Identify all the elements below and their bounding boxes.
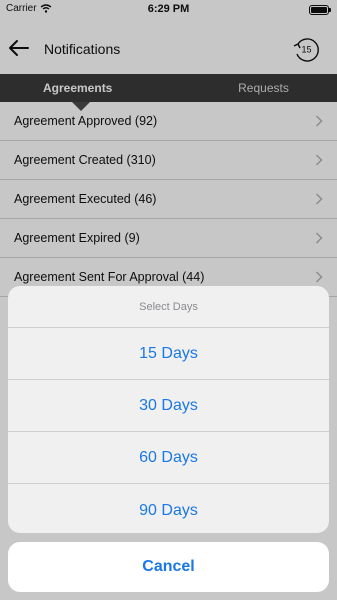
active-tab-indicator	[72, 102, 90, 111]
sheet-title: Select Days	[8, 286, 329, 328]
option-30-days[interactable]: 30 Days	[8, 380, 329, 432]
select-days-sheet: Select Days 15 Days 30 Days 60 Days 90 D…	[8, 286, 329, 533]
option-15-days[interactable]: 15 Days	[8, 328, 329, 380]
cancel-button[interactable]: Cancel	[8, 542, 329, 592]
option-90-days[interactable]: 90 Days	[8, 484, 329, 533]
option-60-days[interactable]: 60 Days	[8, 432, 329, 484]
